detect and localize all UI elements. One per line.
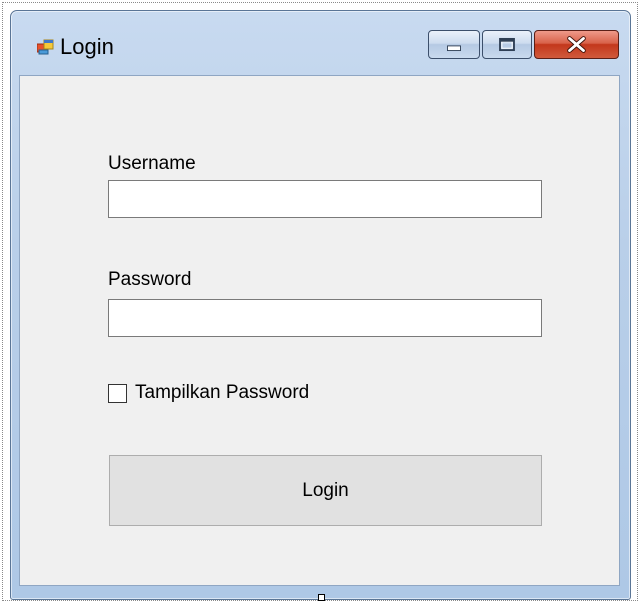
maximize-button[interactable] (482, 30, 532, 59)
window-title: Login (60, 34, 114, 59)
username-input[interactable] (108, 180, 542, 218)
resize-handle[interactable] (318, 594, 325, 601)
title-bar[interactable]: Login (11, 11, 630, 75)
username-label: Username (108, 153, 196, 174)
minimize-button[interactable] (428, 30, 480, 59)
show-password-checkbox[interactable] (108, 384, 127, 403)
close-icon (567, 36, 586, 53)
windows-form-icon (37, 39, 54, 55)
password-input[interactable] (108, 299, 542, 337)
form-client-area: Username Password Tampilkan Password Log… (19, 75, 620, 586)
password-label: Password (108, 269, 192, 290)
login-button[interactable]: Login (109, 455, 542, 526)
show-password-label[interactable]: Tampilkan Password (135, 382, 309, 404)
minimize-icon (447, 45, 461, 52)
login-window: Login Username Password Tampilkan Passwo… (10, 10, 631, 600)
close-button[interactable] (534, 30, 619, 59)
maximize-icon (499, 37, 515, 52)
